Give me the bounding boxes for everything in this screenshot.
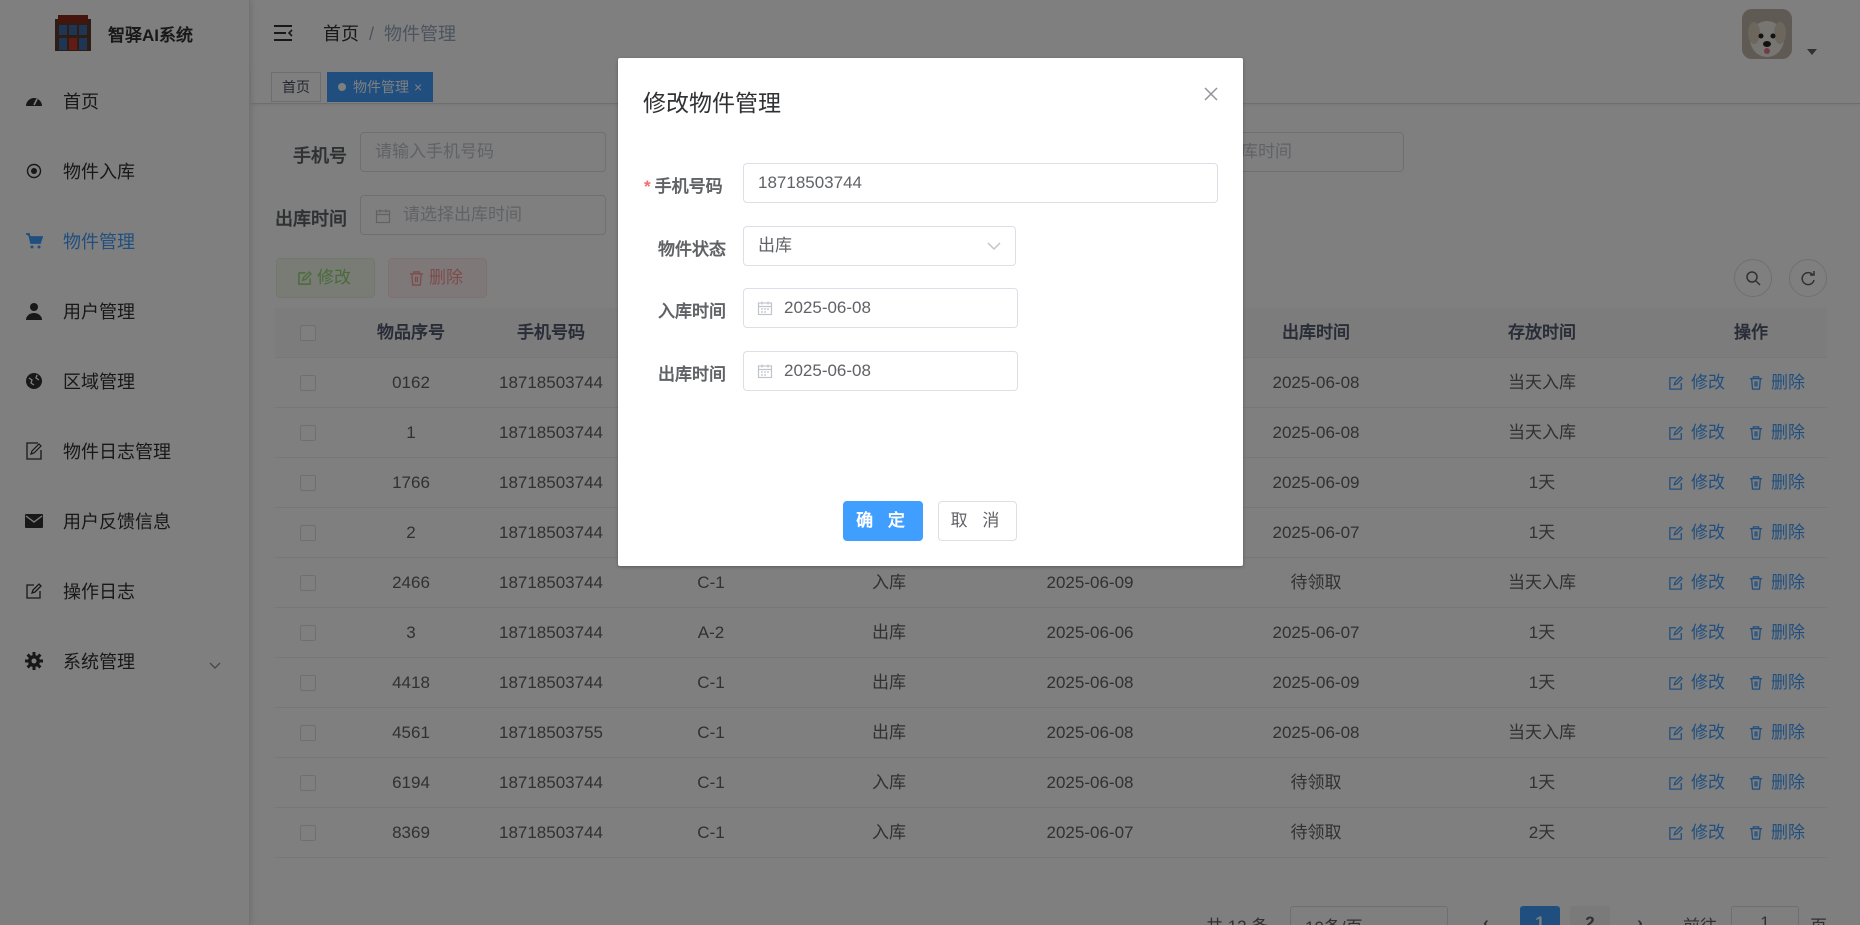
phone-field-label-text: 手机号码 [654,177,723,196]
in-time-value: 2025-06-08 [784,298,871,317]
out-time-value: 2025-06-08 [784,361,871,380]
out-time-field-label: 出库时间 [658,365,726,384]
phone-field[interactable]: 18718503744 [743,163,1218,203]
status-select[interactable]: 出库 [743,226,1016,266]
dialog-title: 修改物件管理 [643,90,781,116]
cancel-button[interactable]: 取 消 [938,501,1017,541]
status-select-value: 出库 [758,236,792,255]
status-field-label: 物件状态 [658,240,726,259]
calendar-icon [757,364,773,379]
chevron-down-icon [987,242,1001,251]
phone-field-label: * 手机号码 [644,177,723,196]
out-time-date-picker[interactable]: 2025-06-08 [743,351,1018,391]
in-time-date-picker[interactable]: 2025-06-08 [743,288,1018,328]
edit-item-dialog: 修改物件管理 * 手机号码 18718503744 物件状态 出库 入库时间 20… [618,58,1243,566]
calendar-icon [757,301,773,316]
close-icon[interactable] [1203,86,1219,102]
in-time-field-label: 入库时间 [658,302,726,321]
confirm-button[interactable]: 确 定 [843,501,923,541]
